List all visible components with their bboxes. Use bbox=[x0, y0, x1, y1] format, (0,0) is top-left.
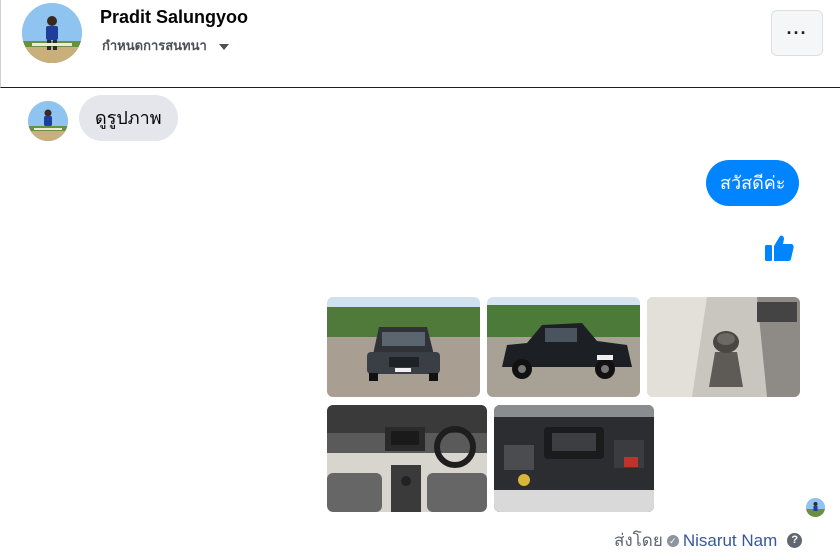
contact-avatar[interactable] bbox=[22, 3, 82, 63]
contact-name[interactable]: Pradit Salungyoo bbox=[100, 7, 248, 28]
more-options-button[interactable]: ··· bbox=[771, 10, 823, 56]
photo-gear-shifter[interactable] bbox=[647, 297, 800, 397]
conversation-settings-label: กำหนดการสนทนา bbox=[102, 38, 207, 53]
help-icon[interactable]: ? bbox=[787, 533, 803, 548]
thumbs-up-icon[interactable] bbox=[763, 232, 795, 264]
sender-name-link[interactable]: Nisarut Nam bbox=[683, 531, 777, 551]
conversation-panel: Pradit Salungyoo กำหนดการสนทนา ··· ดูรูป… bbox=[0, 0, 840, 560]
photo-dashboard-interior[interactable] bbox=[327, 405, 487, 512]
photo-pickup-side[interactable] bbox=[487, 297, 640, 397]
conversation-header: Pradit Salungyoo กำหนดการสนทนา ··· bbox=[0, 0, 840, 88]
caret-down-icon bbox=[218, 43, 229, 50]
sent-by-label: ส่งโดย bbox=[614, 531, 663, 550]
sender-avatar[interactable] bbox=[28, 101, 68, 141]
conversation-settings-dropdown[interactable]: กำหนดการสนทนา bbox=[102, 35, 229, 56]
seen-avatar bbox=[806, 498, 825, 517]
outgoing-message-bubble[interactable]: สวัสดีค่ะ bbox=[706, 160, 800, 206]
incoming-message-bubble[interactable]: ดูรูปภาพ bbox=[79, 95, 178, 141]
photo-pickup-front[interactable] bbox=[327, 297, 480, 397]
sent-by-line: ส่งโดย ✓ Nisarut Nam ? bbox=[614, 527, 803, 554]
photo-engine-bay[interactable] bbox=[494, 405, 654, 512]
verified-check-icon: ✓ bbox=[666, 534, 679, 547]
